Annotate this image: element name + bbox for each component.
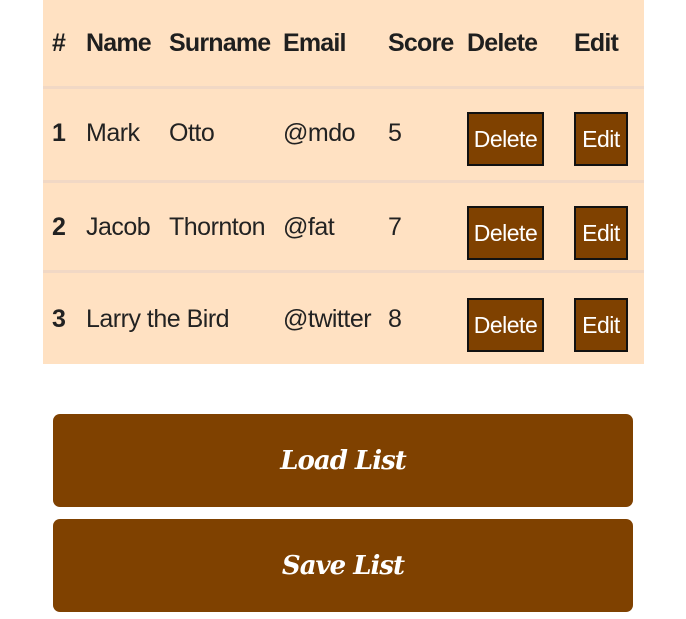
row-number: 2 <box>52 212 66 241</box>
row-name: Larry the Bird <box>86 304 230 333</box>
row-surname: Otto <box>169 118 215 147</box>
table-row: 2 Jacob Thornton @fat 7 Delete Edit <box>43 181 644 273</box>
delete-button[interactable]: Delete <box>467 298 544 352</box>
load-list-button[interactable]: Load List <box>53 414 633 507</box>
header-delete: Delete <box>467 29 538 57</box>
row-delete-cell: Delete <box>467 273 544 365</box>
table-row: 1 Mark Otto @mdo 5 Delete Edit <box>43 87 644 179</box>
row-email: @fat <box>283 212 335 241</box>
row-score: 7 <box>388 212 402 241</box>
row-edit-cell: Edit <box>574 87 628 179</box>
row-score: 8 <box>388 304 402 333</box>
row-edit-cell: Edit <box>574 273 628 365</box>
header-surname: Surname <box>169 29 271 57</box>
row-number: 3 <box>52 304 66 333</box>
row-name: Jacob <box>86 212 151 241</box>
row-number: 1 <box>52 118 66 147</box>
header-name: Name <box>86 29 152 57</box>
save-list-button[interactable]: Save List <box>53 519 633 612</box>
delete-button[interactable]: Delete <box>467 206 544 260</box>
row-email: @mdo <box>283 118 356 147</box>
header-email: Email <box>283 29 346 57</box>
header-score: Score <box>388 29 454 57</box>
header-edit: Edit <box>574 29 619 57</box>
edit-button[interactable]: Edit <box>574 298 628 352</box>
edit-button[interactable]: Edit <box>574 112 628 166</box>
delete-button[interactable]: Delete <box>467 112 544 166</box>
row-name: Mark <box>86 118 140 147</box>
row-surname: Thornton <box>169 212 266 241</box>
row-score: 5 <box>388 118 402 147</box>
header-number: # <box>52 29 66 57</box>
table-row: 3 Larry the Bird @twitter 8 Delete Edit <box>43 273 644 365</box>
edit-button[interactable]: Edit <box>574 206 628 260</box>
table-header-row: # Name Surname Email Score Delete Edit <box>43 0 644 87</box>
row-delete-cell: Delete <box>467 181 544 273</box>
row-email: @twitter <box>283 304 372 333</box>
row-delete-cell: Delete <box>467 87 544 179</box>
row-edit-cell: Edit <box>574 181 628 273</box>
score-table: # Name Surname Email Score Delete Edit 1… <box>43 0 644 364</box>
